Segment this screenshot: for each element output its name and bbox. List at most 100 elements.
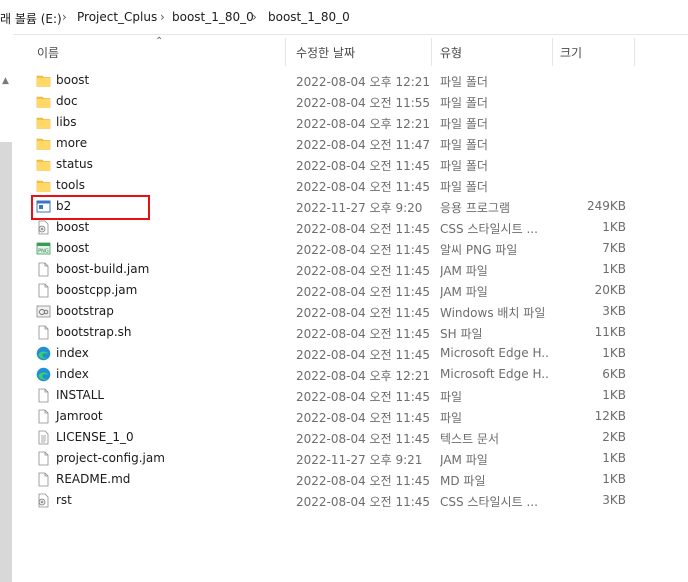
breadcrumb-separator[interactable]: › <box>160 10 165 24</box>
file-size: 2KB <box>602 430 626 444</box>
edge-icon <box>36 346 51 361</box>
svg-text:PNG: PNG <box>38 249 49 255</box>
file-name: tools <box>56 178 85 192</box>
file-name: boost <box>56 73 90 87</box>
column-header-type[interactable]: 유형 <box>440 44 462 61</box>
file-size: 20KB <box>594 283 626 297</box>
file-icon <box>36 262 51 277</box>
file-row[interactable]: Jamroot 2022-08-04 오전 11:45 파일 12KB <box>28 406 640 427</box>
file-date: 2022-08-04 오후 12:21 <box>296 117 431 131</box>
file-name: INSTALL <box>56 388 105 402</box>
file-row[interactable]: project-config.jam 2022-11-27 오후 9:21 JAM … <box>28 448 640 469</box>
folder-row[interactable]: boost 2022-08-04 오후 12:21 파일 폴더 <box>28 70 640 91</box>
file-date: 2022-08-04 오후 12:21 <box>296 369 431 383</box>
file-date: 2022-08-04 오전 11:45 <box>296 411 431 425</box>
file-row[interactable]: README.md 2022-08-04 오전 11:45 MD 파일 1KB <box>28 469 640 490</box>
file-type: MD 파일 <box>440 474 486 488</box>
file-type: 파일 폴더 <box>440 75 488 89</box>
file-row[interactable]: rst 2022-08-04 오전 11:45 CSS 스타일시트 ... 3KB <box>28 490 640 511</box>
address-bar[interactable]: 래 볼륨 (E:) › Project_Cplus › boost_1_80_0… <box>0 0 688 35</box>
file-row[interactable]: boost-build.jam 2022-08-04 오전 11:45 JAM 파일… <box>28 259 640 280</box>
file-size: 3KB <box>602 304 626 318</box>
file-row[interactable]: index 2022-08-04 오전 11:45 Microsoft Edge H… <box>28 343 640 364</box>
column-header-size[interactable]: 크기 <box>560 44 582 61</box>
column-divider[interactable] <box>431 38 432 66</box>
file-name: boostcpp.jam <box>56 283 138 297</box>
file-row[interactable]: INSTALL 2022-08-04 오전 11:45 파일 1KB <box>28 385 640 406</box>
file-type: Microsoft Edge H... <box>440 346 550 360</box>
file-date: 2022-08-04 오전 11:45 <box>296 348 431 362</box>
breadcrumb-separator[interactable]: › <box>62 10 67 24</box>
file-size: 1KB <box>602 262 626 276</box>
file-type: 파일 폴더 <box>440 117 488 131</box>
folder-icon <box>36 94 51 109</box>
file-type: 파일 <box>440 411 463 425</box>
file-date: 2022-08-04 오전 11:45 <box>296 474 431 488</box>
file-row[interactable]: bootstrap.sh 2022-08-04 오전 11:45 SH 파일 11KB <box>28 322 640 343</box>
folder-icon <box>36 115 51 130</box>
breadcrumb-project-cplus[interactable]: Project_Cplus <box>77 10 157 24</box>
file-name: LICENSE_1_0 <box>56 430 134 444</box>
file-date: 2022-08-04 오전 11:45 <box>296 327 431 341</box>
file-size: 1KB <box>602 388 626 402</box>
file-row[interactable]: PNG boost 2022-08-04 오전 11:45 알씨 PNG 파일 7KB <box>28 238 640 259</box>
file-type: 파일 폴더 <box>440 159 488 173</box>
column-header-name[interactable]: 이름 <box>37 44 59 61</box>
breadcrumb-volume[interactable]: 래 볼륨 (E:) <box>0 10 62 27</box>
file-date: 2022-08-04 오전 11:45 <box>296 390 431 404</box>
folder-row[interactable]: doc 2022-08-04 오전 11:55 파일 폴더 <box>28 91 640 112</box>
file-date: 2022-08-04 오전 11:45 <box>296 159 431 173</box>
file-row[interactable]: boost 2022-08-04 오전 11:45 CSS 스타일시트 ... 1KB <box>28 217 640 238</box>
file-name: libs <box>56 115 77 129</box>
folder-row[interactable]: tools 2022-08-04 오전 11:45 파일 폴더 <box>28 175 640 196</box>
column-header-date[interactable]: 수정한 날짜 <box>296 44 355 61</box>
file-date: 2022-08-04 오전 11:45 <box>296 432 431 446</box>
column-divider[interactable] <box>552 38 553 66</box>
breadcrumb-separator[interactable]: › <box>252 10 257 24</box>
file-name: rst <box>56 493 72 507</box>
folder-icon <box>36 178 51 193</box>
css-file-icon <box>36 493 51 508</box>
file-name: index <box>56 346 89 360</box>
file-date: 2022-08-04 오후 12:21 <box>296 75 431 89</box>
file-icon <box>36 283 51 298</box>
file-size: 1KB <box>602 346 626 360</box>
file-icon <box>36 451 51 466</box>
breadcrumb-boost-parent[interactable]: boost_1_80_0 <box>172 10 254 24</box>
edge-icon <box>36 367 51 382</box>
breadcrumb-boost-current[interactable]: boost_1_80_0 <box>268 10 350 24</box>
file-type: CSS 스타일시트 ... <box>440 222 538 236</box>
file-icon <box>36 388 51 403</box>
file-row[interactable]: boostcpp.jam 2022-08-04 오전 11:45 JAM 파일 20K… <box>28 280 640 301</box>
file-date: 2022-08-04 오전 11:45 <box>296 264 431 278</box>
png-file-icon: PNG <box>36 241 51 256</box>
file-size: 1KB <box>602 220 626 234</box>
file-date: 2022-08-04 오전 11:55 <box>296 96 431 110</box>
file-name: boost-build.jam <box>56 262 150 276</box>
file-row[interactable]: bootstrap 2022-08-04 오전 11:45 Windows 배치 파… <box>28 301 640 322</box>
folder-row[interactable]: status 2022-08-04 오전 11:45 파일 폴더 <box>28 154 640 175</box>
file-size: 1KB <box>602 451 626 465</box>
file-row[interactable]: index 2022-08-04 오후 12:21 Microsoft Edge H… <box>28 364 640 385</box>
folder-icon <box>36 136 51 151</box>
file-size: 12KB <box>594 409 626 423</box>
column-divider[interactable] <box>634 38 635 66</box>
file-name: Jamroot <box>56 409 103 423</box>
file-name: index <box>56 367 89 381</box>
folder-row[interactable]: libs 2022-08-04 오후 12:21 파일 폴더 <box>28 112 640 133</box>
scrollbar-thumb[interactable] <box>0 142 12 582</box>
column-divider[interactable] <box>285 38 286 66</box>
file-icon <box>36 472 51 487</box>
file-type: 파일 폴더 <box>440 96 488 110</box>
file-row[interactable]: LICENSE_1_0 2022-08-04 오전 11:45 텍스트 문서 2KB <box>28 427 640 448</box>
batch-file-icon <box>36 304 51 319</box>
file-name: boost <box>56 241 90 255</box>
folder-row[interactable]: more 2022-08-04 오전 11:47 파일 폴더 <box>28 133 640 154</box>
file-type: JAM 파일 <box>440 285 488 299</box>
text-file-icon <box>36 430 51 445</box>
scroll-up-arrow-icon[interactable]: ▲ <box>2 76 9 86</box>
file-date: 2022-08-04 오전 11:45 <box>296 495 431 509</box>
file-date: 2022-08-04 오전 11:45 <box>296 285 431 299</box>
scrollbar[interactable]: ▲ <box>0 34 13 582</box>
file-type: 파일 폴더 <box>440 138 488 152</box>
